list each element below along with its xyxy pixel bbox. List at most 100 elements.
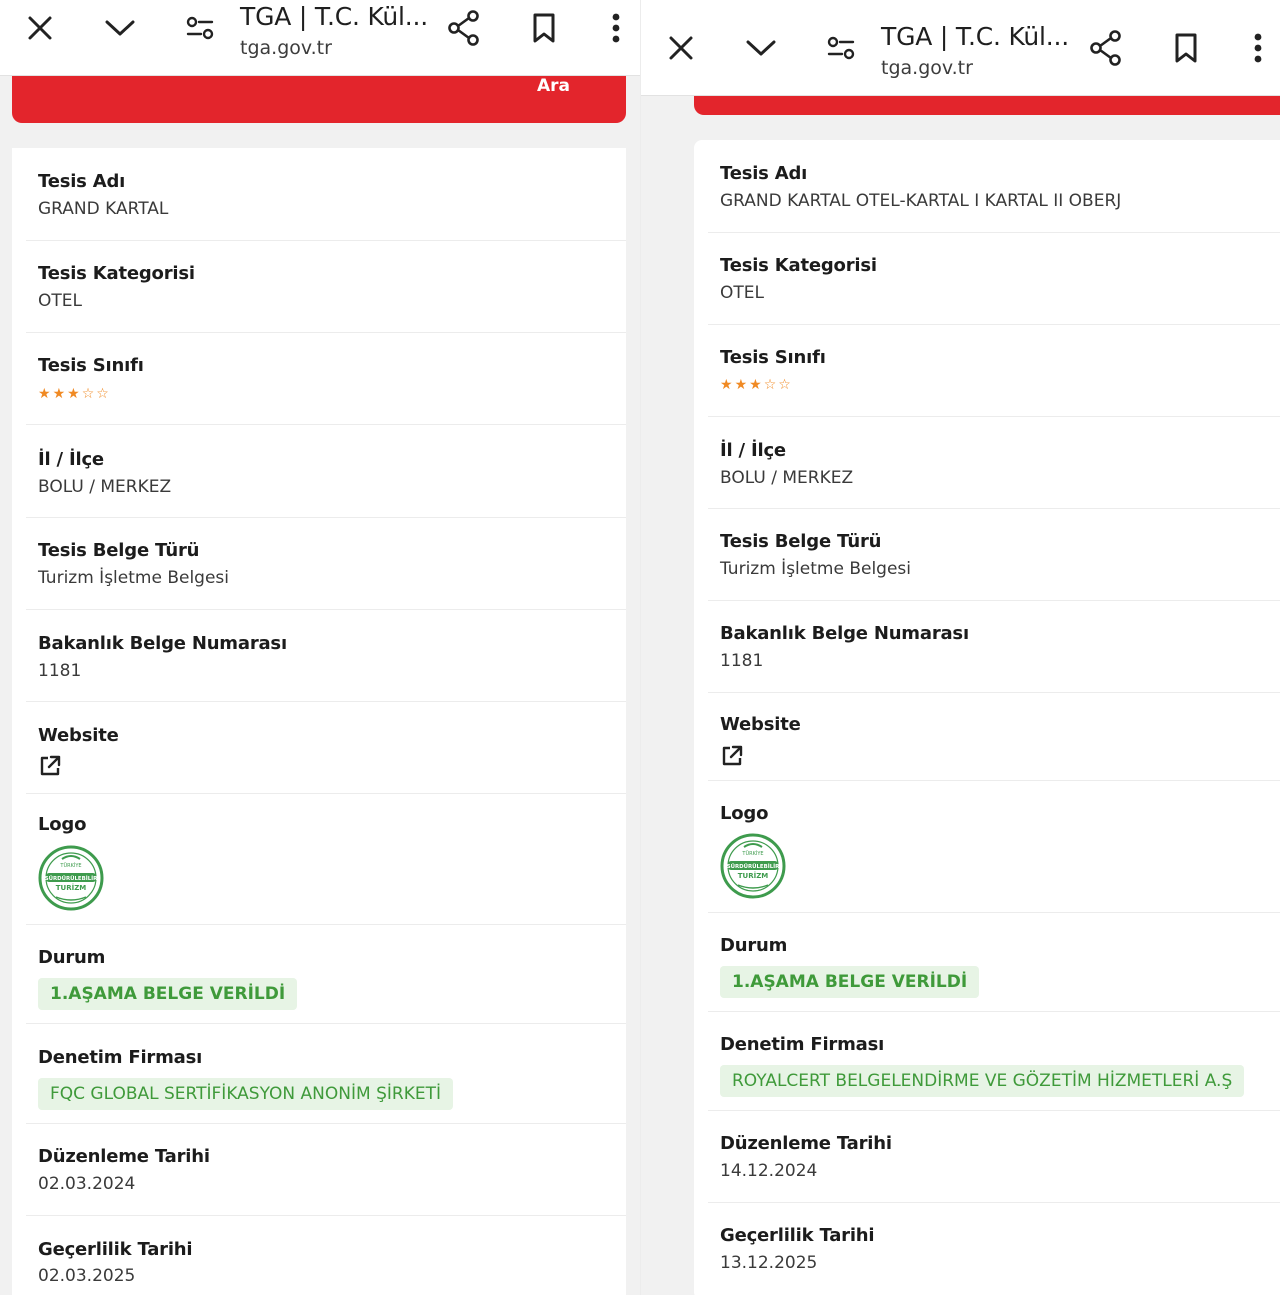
logo-text-bottom: TURİZM — [738, 871, 769, 880]
logo-text-mid: SÜRDÜRÜLEBİLİR — [45, 875, 98, 882]
divider — [708, 416, 1280, 417]
facility-class-label: Tesis Sınıfı — [38, 355, 144, 376]
divider — [708, 324, 1280, 325]
chevron-down-icon[interactable] — [741, 28, 781, 68]
facility-category-label: Tesis Kategorisi — [38, 263, 195, 284]
divider — [708, 508, 1280, 509]
facility-name-label: Tesis Adı — [38, 171, 126, 192]
star-filled-icon: ★ — [749, 377, 762, 393]
close-icon[interactable] — [661, 28, 701, 68]
sustainable-tourism-logo: TÜRKİYE SÜRDÜRÜLEBİLİR TURİZM — [720, 833, 786, 899]
chevron-down-icon[interactable] — [100, 8, 140, 48]
website-label: Website — [720, 714, 801, 735]
browser-url[interactable]: tga.gov.tr — [881, 57, 973, 79]
divider — [708, 780, 1280, 781]
ministry-cert-number-label: Bakanlık Belge Numarası — [720, 623, 969, 644]
issue-date-value: 02.03.2024 — [38, 1174, 136, 1194]
audit-firm-badge: ROYALCERT BELGELENDİRME VE GÖZETİM HİZME… — [720, 1065, 1245, 1097]
certificate-type-value: Turizm İşletme Belgesi — [38, 568, 229, 588]
external-link-icon[interactable] — [720, 744, 744, 768]
divider — [26, 1123, 626, 1124]
audit-firm-label: Denetim Firması — [720, 1034, 885, 1055]
validity-date-label: Geçerlilik Tarihi — [38, 1239, 193, 1260]
divider — [26, 1215, 626, 1216]
ministry-cert-number-value: 1181 — [38, 661, 82, 681]
ministry-cert-number-label: Bakanlık Belge Numarası — [38, 633, 287, 654]
star-empty-icon: ☆ — [96, 386, 109, 402]
more-vertical-icon[interactable] — [596, 8, 636, 48]
logo-label: Logo — [720, 803, 769, 824]
search-button[interactable]: Ara — [12, 76, 626, 123]
facility-class-label: Tesis Sınıfı — [720, 347, 826, 368]
divider — [26, 332, 626, 333]
tune-icon[interactable] — [821, 28, 861, 68]
divider — [708, 1202, 1280, 1203]
facility-details-card: Tesis Adı GRAND KARTAL Tesis Kategorisi … — [12, 148, 626, 1295]
logo-label: Logo — [38, 814, 87, 835]
browser-page-title[interactable]: TGA | T.C. Kül... — [240, 2, 428, 31]
star-empty-icon: ☆ — [81, 386, 95, 402]
status-badge: 1.AŞAMA BELGE VERİLDİ — [720, 966, 980, 998]
divider — [26, 793, 626, 794]
validity-date-value: 02.03.2025 — [38, 1266, 136, 1286]
divider — [708, 912, 1280, 913]
external-link-icon[interactable] — [38, 754, 62, 778]
star-empty-icon: ☆ — [778, 377, 791, 393]
tune-icon[interactable] — [180, 8, 220, 48]
star-filled-icon: ★ — [720, 377, 733, 393]
facility-category-value: OTEL — [38, 291, 82, 311]
status-badge: 1.AŞAMA BELGE VERİLDİ — [38, 978, 298, 1010]
star-rating: ★ ★ ★ ☆ ☆ — [38, 387, 109, 401]
divider — [26, 701, 626, 702]
certificate-type-label: Tesis Belge Türü — [38, 540, 200, 561]
more-vertical-icon[interactable] — [1238, 28, 1278, 68]
facility-name-value: GRAND KARTAL — [38, 199, 169, 219]
facility-category-label: Tesis Kategorisi — [720, 255, 877, 276]
audit-firm-badge: FQC GLOBAL SERTİFİKASYON ANONİM ŞİRKETİ — [38, 1078, 453, 1110]
facility-name-label: Tesis Adı — [720, 163, 808, 184]
divider — [26, 924, 626, 925]
status-label: Durum — [38, 947, 106, 968]
bookmark-icon[interactable] — [1166, 28, 1206, 68]
logo-text-top: TÜRKİYE — [59, 862, 81, 869]
divider — [26, 424, 626, 425]
validity-date-label: Geçerlilik Tarihi — [720, 1225, 875, 1246]
browser-page-title[interactable]: TGA | T.C. Kül... — [881, 22, 1069, 51]
website-label: Website — [38, 725, 119, 746]
bookmark-icon[interactable] — [524, 8, 564, 48]
search-button[interactable] — [694, 96, 1280, 115]
divider — [708, 600, 1280, 601]
divider — [708, 232, 1280, 233]
issue-date-label: Düzenleme Tarihi — [38, 1146, 210, 1167]
share-icon[interactable] — [1086, 28, 1126, 68]
left-screenshot-panel: TGA | T.C. Kül... tga.gov.tr Ara Tesis A… — [0, 0, 640, 1295]
ministry-cert-number-value: 1181 — [720, 651, 764, 671]
browser-url[interactable]: tga.gov.tr — [240, 37, 332, 59]
issue-date-value: 14.12.2024 — [720, 1161, 818, 1181]
status-label: Durum — [720, 935, 788, 956]
star-rating: ★ ★ ★ ☆ ☆ — [720, 378, 791, 392]
certificate-type-value: Turizm İşletme Belgesi — [720, 559, 911, 579]
province-district-label: İl / İlçe — [38, 449, 104, 470]
right-screenshot-panel: TGA | T.C. Kül... tga.gov.tr Tesis Adı G… — [641, 0, 1280, 1295]
issue-date-label: Düzenleme Tarihi — [720, 1133, 892, 1154]
share-icon[interactable] — [444, 8, 484, 48]
divider — [26, 609, 626, 610]
certificate-type-label: Tesis Belge Türü — [720, 531, 882, 552]
divider — [26, 240, 626, 241]
star-empty-icon: ☆ — [763, 377, 777, 393]
divider — [708, 692, 1280, 693]
validity-date-value: 13.12.2025 — [720, 1253, 818, 1273]
close-icon[interactable] — [20, 8, 60, 48]
facility-details-card: Tesis Adı GRAND KARTAL OTEL-KARTAL I KAR… — [694, 140, 1280, 1295]
sustainable-tourism-logo: TÜRKİYE SÜRDÜRÜLEBİLİR TURİZM — [38, 845, 104, 911]
star-filled-icon: ★ — [38, 386, 51, 402]
logo-text-bottom: TURİZM — [56, 883, 87, 892]
browser-toolbar: TGA | T.C. Kül... tga.gov.tr — [641, 0, 1280, 96]
star-filled-icon: ★ — [52, 386, 66, 402]
star-filled-icon: ★ — [734, 377, 748, 393]
audit-firm-label: Denetim Firması — [38, 1047, 203, 1068]
star-filled-icon: ★ — [67, 386, 80, 402]
logo-text-mid: SÜRDÜRÜLEBİLİR — [727, 863, 780, 870]
province-district-label: İl / İlçe — [720, 440, 786, 461]
